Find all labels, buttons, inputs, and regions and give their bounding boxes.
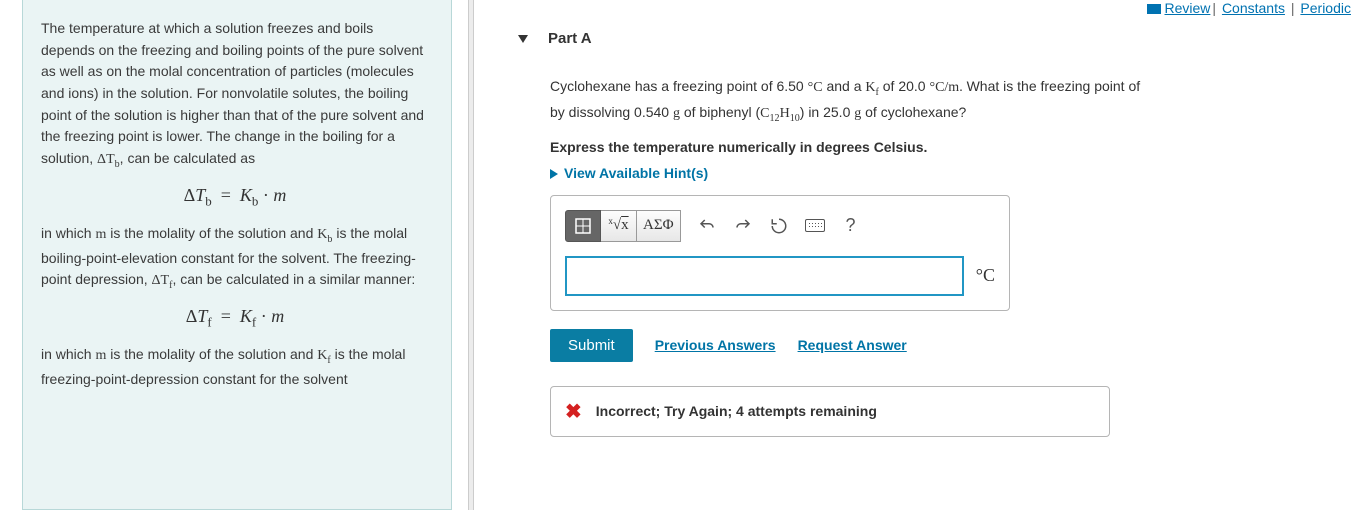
request-answer-link[interactable]: Request Answer [798,337,907,353]
answer-instruction: Express the temperature numerically in d… [550,139,1351,155]
view-hints-toggle[interactable]: View Available Hint(s) [550,165,1351,181]
answer-input[interactable] [565,256,964,296]
reset-button[interactable] [761,210,797,242]
equation-freezing: ΔTf = Kf · m [41,306,429,331]
equation-boiling: ΔTb = Kb · m [41,185,429,210]
intro-paragraph-2: in which m is the molality of the soluti… [41,223,429,294]
unit-label: °C [976,265,995,286]
answer-box: x√x ΑΣΦ ? [550,195,1010,311]
question-text: Cyclohexane has a freezing point of 6.50… [550,75,1351,127]
templates-button[interactable] [565,210,601,242]
help-button[interactable]: ? [833,210,869,242]
previous-answers-link[interactable]: Previous Answers [655,337,776,353]
incorrect-icon: ✖ [565,399,582,424]
undo-button[interactable] [689,210,725,242]
top-links: Review| Constants | Periodic [1147,0,1351,16]
keyboard-button[interactable] [797,210,833,242]
part-header[interactable]: Part A [490,30,1351,47]
constants-link[interactable]: Constants [1222,0,1285,16]
greek-button[interactable]: ΑΣΦ [637,210,681,242]
feedback-box: ✖ Incorrect; Try Again; 4 attempts remai… [550,386,1110,437]
sqrt-button[interactable]: x√x [601,210,637,242]
intro-panel: The temperature at which a solution free… [22,0,452,510]
intro-paragraph-3: in which m is the molality of the soluti… [41,344,429,390]
collapse-icon [518,35,528,43]
intro-paragraph-1: The temperature at which a solution free… [41,18,429,173]
review-link[interactable]: Review [1165,0,1211,16]
panel-divider[interactable] [468,0,474,510]
equation-toolbar: x√x ΑΣΦ ? [565,210,995,242]
feedback-text: Incorrect; Try Again; 4 attempts remaini… [596,403,877,419]
part-title: Part A [548,30,592,47]
redo-button[interactable] [725,210,761,242]
expand-icon [550,169,558,179]
periodic-table-link[interactable]: Periodic [1300,0,1351,16]
submit-button[interactable]: Submit [550,329,633,362]
review-icon [1147,4,1161,14]
